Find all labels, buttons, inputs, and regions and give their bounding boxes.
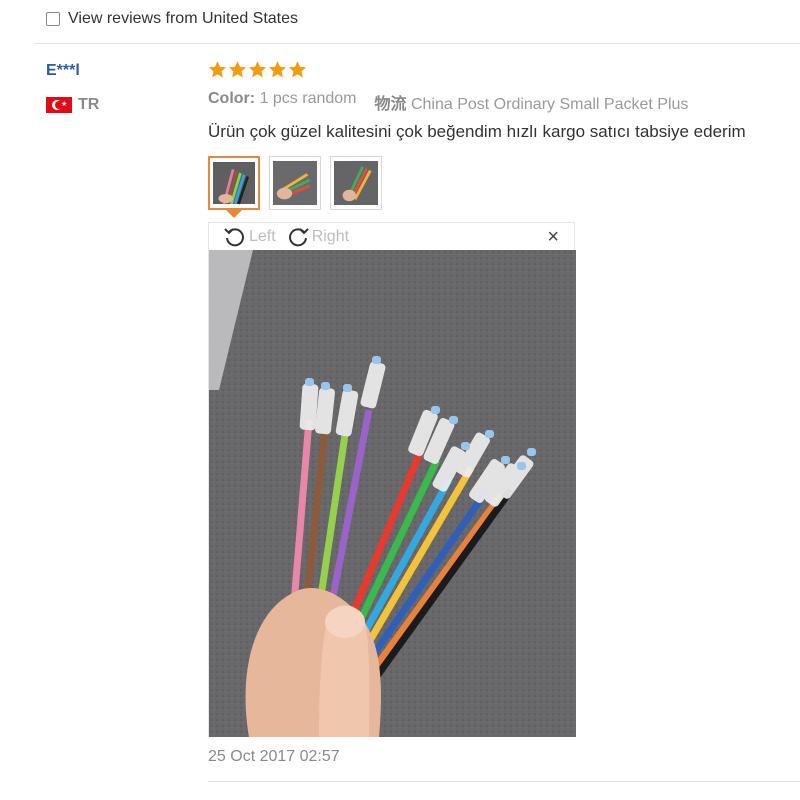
star-icon [208,61,227,78]
reviewer-name[interactable]: E***l [46,62,80,79]
photo-thumbnail-image [334,161,378,205]
star-icon [248,61,267,78]
color-value: 1 pcs random [259,90,357,107]
review-photo-thumbnail[interactable] [208,156,260,210]
us-reviews-checkbox[interactable] [46,12,60,26]
star-icon [228,61,247,78]
top-divider [34,43,800,44]
bottom-divider [208,781,800,782]
shipping-label: 物流 [374,96,407,113]
photo-thumbnail-image [273,161,317,205]
reviewer-name-link[interactable]: E***l [46,62,80,80]
rotate-right-button[interactable]: Right [286,225,349,249]
turkey-flag-icon: ★ [46,97,72,113]
filter-us-reviews[interactable]: View reviews from United States [46,8,298,30]
review-date: 25 Oct 2017 02:57 [208,748,340,765]
order-attributes: Color: 1 pcs random 物流 China Post Ordina… [208,90,688,114]
rotate-right-icon [288,227,309,246]
review-photo-thumbnail[interactable] [330,156,382,210]
review-photo [209,250,576,737]
star-icon [268,61,287,78]
shipping-attribute: 物流 China Post Ordinary Small Packet Plus [375,90,689,114]
star-icon [288,61,307,78]
photo-viewer: Left Right × [208,222,576,737]
reviewer-country: ★ TR [46,96,99,114]
viewer-toolbar: Left Right × [209,223,574,250]
review-thumbnails [208,156,382,210]
color-label: Color: [208,90,256,107]
rotate-left-icon [224,227,244,246]
active-thumbnail-pointer [226,210,242,218]
color-attribute: Color: 1 pcs random [208,90,357,114]
review-photo-thumbnail[interactable] [269,156,321,210]
rotate-left-button[interactable]: Left [223,225,276,249]
rotate-left-label: Left [249,227,276,245]
photo-thumbnail-image [213,162,255,205]
us-reviews-label: View reviews from United States [68,10,299,27]
review-photo-image [209,250,576,737]
close-icon[interactable]: × [547,227,559,247]
shipping-value: China Post Ordinary Small Packet Plus [410,96,689,113]
star-rating [208,60,307,79]
review-text: Ürün çok güzel kalitesini çok beğendim h… [208,122,746,141]
country-code: TR [78,96,100,113]
rotate-right-label: Right [311,227,350,245]
